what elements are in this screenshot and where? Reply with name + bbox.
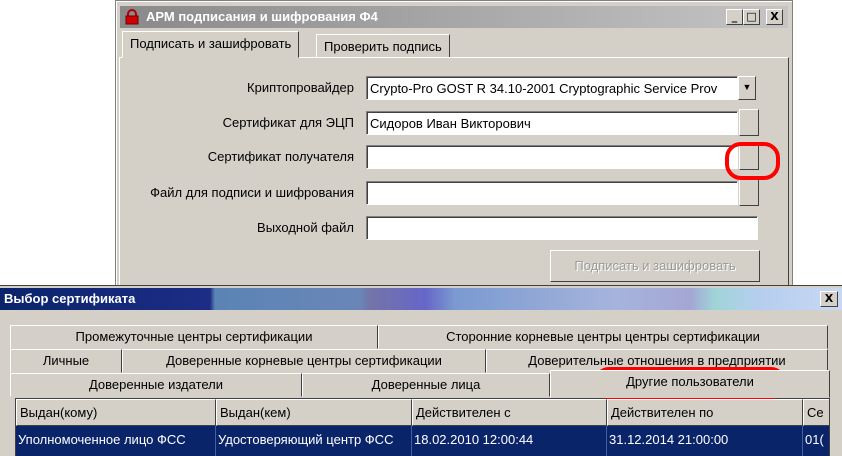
dialog-close-button[interactable]: X <box>820 291 838 307</box>
lock-icon <box>125 9 139 25</box>
column-header-valid-from[interactable]: Действителен с <box>412 399 607 426</box>
output-file-label: Выходной файл <box>257 220 354 235</box>
tab-other-people[interactable]: Другие пользователи <box>550 370 830 398</box>
column-header-valid-to[interactable]: Действителен по <box>607 399 803 426</box>
window-title: АРМ подписания и шифрования Ф4 <box>146 9 378 24</box>
input-file-label: Файл для подписи и шифрования <box>150 185 354 200</box>
output-file-field[interactable] <box>366 216 758 240</box>
recipient-cert-field[interactable] <box>366 145 738 169</box>
signer-cert-browse-button[interactable] <box>739 109 759 136</box>
tab-trusted-people[interactable]: Доверенные лица <box>302 373 550 397</box>
tab-personal[interactable]: Личные <box>10 349 122 373</box>
minimize-button[interactable]: _ <box>726 9 743 25</box>
cell-issued-to: Уполномоченное лицо ФСС <box>16 426 216 456</box>
main-window: АРМ подписания и шифрования Ф4 _ □ X Под… <box>115 0 793 290</box>
input-file-browse-button[interactable] <box>739 179 759 206</box>
tab-sign-encrypt[interactable]: Подписать и зашифровать <box>122 31 300 58</box>
dialog-title: Выбор сертификата <box>4 291 136 306</box>
main-title-bar[interactable]: АРМ подписания и шифрования Ф4 _ □ X <box>120 6 788 28</box>
provider-select[interactable]: Crypto-Pro GOST R 34.10-2001 Cryptograph… <box>366 76 738 100</box>
maximize-button[interactable]: □ <box>743 9 760 25</box>
cell-serial: 01( <box>803 426 829 456</box>
input-file-field[interactable] <box>366 181 738 205</box>
cell-valid-to: 31.12.2014 21:00:00 <box>607 426 803 456</box>
column-header-issued-by[interactable]: Выдан(кем) <box>216 399 412 426</box>
certificate-dialog: Выбор сертификата X Промежуточные центры… <box>0 285 842 456</box>
close-button[interactable]: X <box>766 9 783 25</box>
tab-verify-signature[interactable]: Проверить подпись <box>316 34 450 58</box>
signer-cert-field[interactable]: Сидоров Иван Викторович <box>366 111 738 135</box>
cell-valid-from: 18.02.2010 12:00:44 <box>412 426 607 456</box>
tab-intermediate-ca[interactable]: Промежуточные центры сертификации <box>10 325 378 349</box>
tab-third-party-root-ca[interactable]: Сторонние корневые центры центры сертифи… <box>378 325 828 349</box>
table-row[interactable]: Уполномоченное лицо ФСС Удостоверяющий ц… <box>16 426 829 456</box>
cell-issued-by: Удостоверяющий центр ФСС <box>216 426 412 456</box>
highlight-browse-annotation <box>725 142 780 180</box>
tab-trusted-publishers[interactable]: Доверенные издатели <box>10 373 302 397</box>
tab-trusted-root-ca[interactable]: Доверенные корневые центры сертификации <box>122 349 486 373</box>
chevron-down-icon[interactable]: ▼ <box>738 76 756 100</box>
signer-cert-label: Сертификат для ЭЦП <box>222 115 354 130</box>
column-header-serial[interactable]: Се <box>803 399 829 426</box>
sign-encrypt-button[interactable]: Подписать и зашифровать <box>550 250 760 282</box>
dialog-title-bar[interactable]: Выбор сертификата X <box>0 288 842 310</box>
recipient-cert-label: Сертификат получателя <box>207 149 354 164</box>
certificate-table[interactable]: Выдан(кому) Выдан(кем) Действителен с Де… <box>15 398 830 456</box>
provider-label: Криптопровайдер <box>247 80 354 95</box>
column-header-issued-to[interactable]: Выдан(кому) <box>16 399 216 426</box>
